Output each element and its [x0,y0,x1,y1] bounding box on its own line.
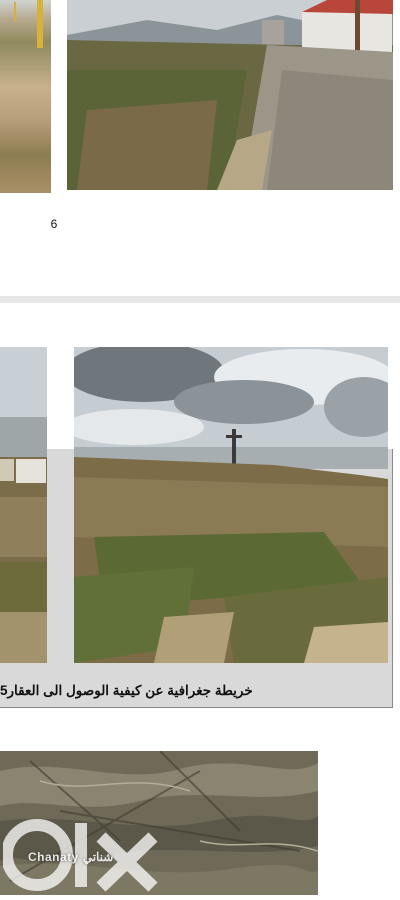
map-caption: خريطة جغرافية عن كيفية الوصول الى العقار… [0,683,253,698]
land-photo-main [74,347,388,663]
document-page-1: 6 [0,0,400,297]
agency-watermark-text: Chanaty شناتي [28,850,114,864]
land-road-photo [67,0,393,190]
land-photo-left-partial [0,347,47,663]
land-road-photo-drawing [67,0,393,190]
caption-underline [0,707,392,708]
land-photo-left-drawing [0,347,47,663]
land-photo-left [0,0,51,193]
page-number: 6 [50,217,58,231]
page-divider [0,296,400,303]
crane-post [37,0,43,48]
land-photo-main-drawing [74,347,388,663]
crane-post [14,2,16,22]
